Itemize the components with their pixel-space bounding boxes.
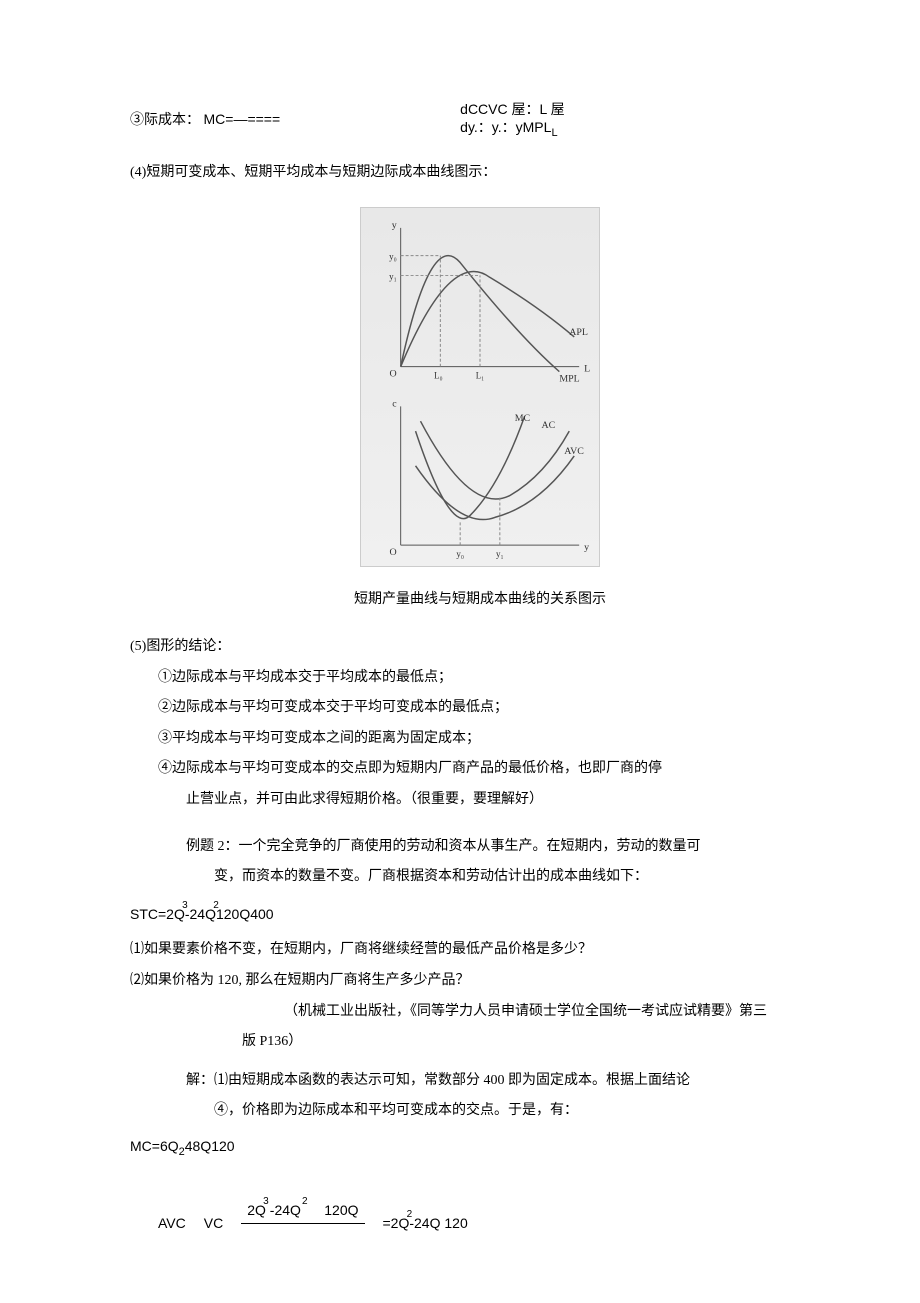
mc-formula-row: ③际成本： MC=—==== dCCVC 屋：L 屋 dy.：y.：yMPLL: [130, 100, 830, 140]
mc-equation: MC=6Q248Q120: [130, 1133, 830, 1163]
svg-text:y: y: [584, 542, 589, 553]
svg-text:y₀: y₀: [456, 549, 464, 559]
figure-caption: 短期产量曲线与短期成本曲线的关系图示: [130, 587, 830, 614]
conclusion-1: ①边际成本与平均成本交于平均成本的最低点；: [130, 665, 830, 692]
cost-curves-svg: y O APL MPL L y₀ y₁ L₀ L₁: [361, 208, 599, 565]
svg-text:c: c: [392, 398, 397, 409]
svg-text:L₁: L₁: [476, 370, 485, 380]
svg-text:MC: MC: [515, 413, 531, 424]
mc-formula-right: dCCVC 屋：L 屋 dy.：y.：yMPLL: [460, 100, 565, 140]
solution-line1: 解：⑴由短期成本函数的表达示可知，常数部分 400 即为固定成本。根据上面结论: [130, 1068, 830, 1095]
figure-container: y O APL MPL L y₀ y₁ L₀ L₁: [130, 207, 830, 614]
svg-text:y: y: [392, 220, 397, 231]
mc-formula-left: ③际成本： MC=—====: [130, 106, 280, 135]
svg-text:AC: AC: [541, 420, 555, 431]
avc-vc: VC: [204, 1210, 223, 1237]
mc-label: ③际成本：: [130, 113, 200, 128]
svg-text:APL: APL: [569, 327, 588, 338]
conclusion-2: ②边际成本与平均可变成本交于平均可变成本的最低点；: [130, 695, 830, 722]
example2-line1: 例题 2：一个完全竞争的厂商使用的劳动和资本从事生产。在短期内，劳动的数量可: [130, 834, 830, 861]
conclusion-4a: ④边际成本与平均可变成本的交点即为短期内厂商产品的最低价格，也即厂商的停: [130, 756, 830, 783]
mc-eq: MC=—====: [204, 111, 281, 127]
svg-text:AVC: AVC: [564, 446, 584, 457]
question-2: ⑵如果价格为 120, 那么在短期内厂商将生产多少产品？: [130, 968, 830, 995]
example2-line2: 变，而资本的数量不变。厂商根据资本和劳动估计出的成本曲线如下：: [130, 864, 830, 891]
conclusion-3: ③平均成本与平均可变成本之间的距离为固定成本；: [130, 726, 830, 753]
solution-line2: ④，价格即为边际成本和平均可变成本的交点。于是，有：: [130, 1098, 830, 1125]
conclusion-4b: 止营业点，并可由此求得短期价格。（很重要，要理解好）: [130, 787, 830, 814]
source-line1: （机械工业出版社，《同等学力人员申请硕士学位全国统一考试应试精要》第三: [130, 999, 830, 1026]
svg-text:O: O: [390, 368, 397, 379]
svg-text:y₁: y₁: [389, 271, 397, 281]
section-5-title: (5)图形的结论：: [130, 634, 830, 661]
question-1: ⑴如果要素价格不变，在短期内，厂商将继续经营的最低产品价格是多少？: [130, 937, 830, 964]
avc-fraction: 2Q3 -24Q 2 120Q: [241, 1197, 364, 1251]
avc-equation: AVC VC 2Q3 -24Q 2 120Q =2Q2-24Q 120: [158, 1197, 830, 1251]
svg-text:O: O: [390, 547, 397, 558]
svg-text:L: L: [584, 364, 590, 375]
svg-text:y₀: y₀: [389, 251, 397, 261]
avc-numerator: 2Q3 -24Q 2 120Q: [241, 1197, 364, 1225]
mc-right-top: dCCVC 屋：L 屋: [460, 100, 565, 118]
svg-text:L₀: L₀: [434, 370, 443, 380]
figure-image: y O APL MPL L y₀ y₁ L₀ L₁: [360, 207, 600, 567]
avc-rhs: =2Q2-24Q 120: [383, 1210, 468, 1237]
svg-text:MPL: MPL: [559, 373, 579, 384]
avc-denominator: [295, 1224, 311, 1251]
source-line2: 版 P136）: [130, 1029, 830, 1056]
mc-right-bot: dy.：y.：yMPLL: [460, 118, 565, 140]
avc-label: AVC: [158, 1210, 186, 1237]
stc-equation: STC=2Q-24Q120Q400 STC=2Q3-24Q2120Q400: [130, 901, 830, 928]
svg-text:y₁: y₁: [496, 549, 504, 559]
section-4-title: (4)短期可变成本、短期平均成本与短期边际成本曲线图示：: [130, 160, 830, 187]
